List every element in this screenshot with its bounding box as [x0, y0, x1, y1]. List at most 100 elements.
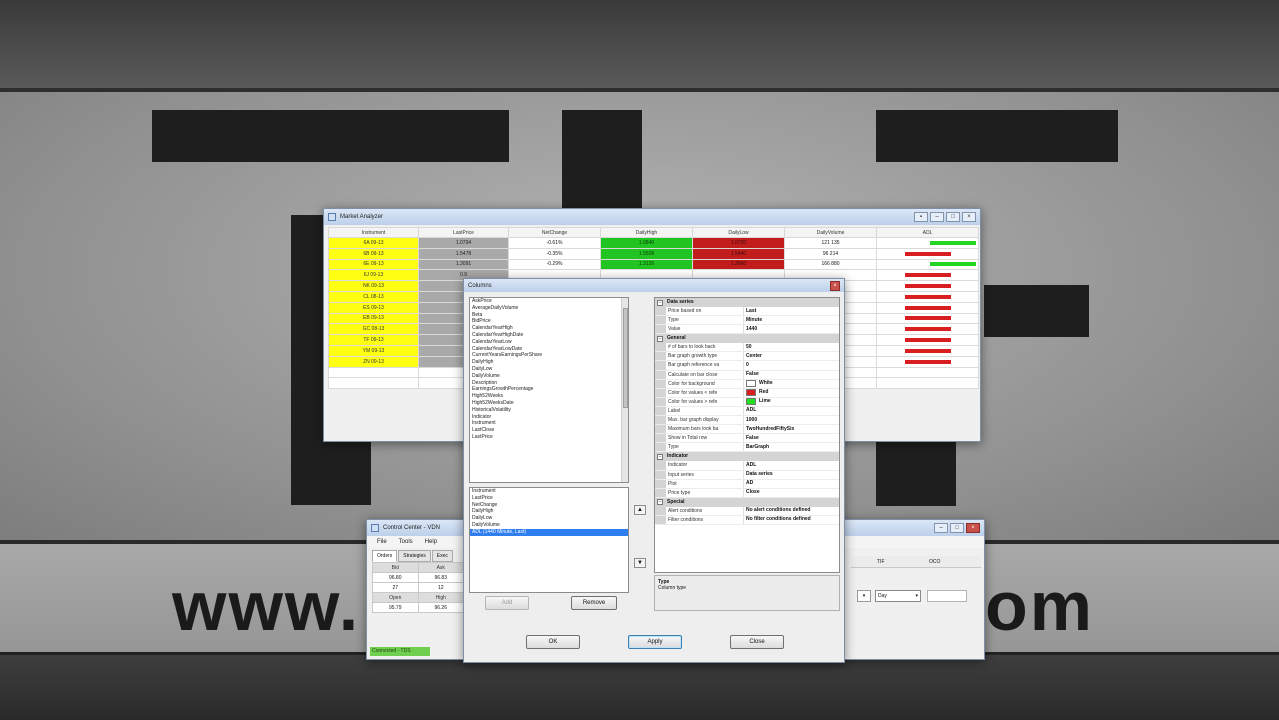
- list-item[interactable]: CalendarYearHigh: [470, 325, 628, 332]
- list-item[interactable]: DailyLow: [470, 515, 628, 522]
- table-row[interactable]: 6A 09-13 1.0794 -0.61% 1.0840 1.0720 121 135: [328, 237, 979, 249]
- property-row[interactable]: Bar graph reference va 0: [655, 361, 839, 371]
- list-item[interactable]: DailyHigh: [470, 359, 628, 366]
- property-row[interactable]: Filter conditions No filter conditions de…: [655, 515, 839, 525]
- list-item[interactable]: NetChange: [470, 502, 628, 509]
- list-item[interactable]: CalendarYearLowDate: [470, 346, 628, 353]
- property-value-cell[interactable]: White: [744, 380, 839, 388]
- property-row[interactable]: Price based on Last: [655, 307, 839, 317]
- column-properties-grid[interactable]: − Data series Price based on Last Type Minute…: [654, 297, 840, 573]
- apply-button[interactable]: Apply: [628, 635, 682, 649]
- market-analyzer-titlebar[interactable]: Market Analyzer ▪ – □ ×: [324, 209, 980, 225]
- property-value-cell[interactable]: ADL: [744, 461, 839, 469]
- property-row[interactable]: Calculate on bar close False: [655, 370, 839, 380]
- property-row[interactable]: Indicator ADL: [655, 461, 839, 471]
- property-value-cell[interactable]: No filter conditions defined: [744, 516, 839, 524]
- add-button[interactable]: Add: [485, 596, 529, 610]
- property-row[interactable]: Label ADL: [655, 406, 839, 417]
- property-value-cell[interactable]: AD: [744, 480, 839, 488]
- property-row[interactable]: Input series Data series: [655, 470, 839, 480]
- tab-orders[interactable]: Orders: [372, 550, 398, 562]
- minimize-button[interactable]: –: [930, 212, 944, 222]
- property-row[interactable]: # of bars to look back 50: [655, 343, 839, 353]
- list-item[interactable]: Beta: [470, 312, 628, 319]
- property-value-cell[interactable]: Last: [744, 307, 839, 315]
- close-icon[interactable]: ×: [830, 280, 840, 291]
- close-button[interactable]: Close: [730, 635, 784, 649]
- property-row[interactable]: Show in Total row False: [655, 434, 839, 444]
- property-row[interactable]: Type BarGraph: [655, 443, 839, 453]
- list-item[interactable]: HistoricalVolatility: [470, 407, 628, 414]
- list-item[interactable]: CalendarYearLow: [470, 339, 628, 346]
- column-header[interactable]: DailyVolume: [784, 227, 877, 238]
- property-value-cell[interactable]: 1440: [744, 325, 839, 333]
- move-up-button[interactable]: ▲: [634, 505, 646, 515]
- remove-button[interactable]: Remove: [571, 596, 617, 610]
- scrollbar-thumb[interactable]: [623, 308, 628, 408]
- property-value-cell[interactable]: 0: [744, 361, 839, 369]
- columns-dialog-titlebar[interactable]: Columns ×: [464, 279, 844, 292]
- property-row[interactable]: Price type Close: [655, 488, 839, 498]
- list-item[interactable]: ADL (1440 Minute, Last): [470, 528, 628, 536]
- bid-value[interactable]: 96.80: [372, 572, 419, 583]
- list-item[interactable]: CalendarYearHighDate: [470, 332, 628, 339]
- property-row[interactable]: Color for values > refe Lime: [655, 397, 839, 407]
- property-category[interactable]: − Data series: [655, 298, 839, 307]
- list-item[interactable]: EarningsGrowthPercentage: [470, 386, 628, 393]
- collapse-icon[interactable]: −: [657, 453, 663, 460]
- column-header[interactable]: LastPrice: [418, 227, 509, 238]
- property-row[interactable]: Type Minute: [655, 316, 839, 326]
- minimize-button[interactable]: –: [934, 523, 948, 533]
- table-row[interactable]: 6B 09-13 1.5478 -0.35% 1.5508 1.5440 96 214: [328, 247, 979, 260]
- tif-select[interactable]: Day ▾: [875, 590, 921, 602]
- property-value-cell[interactable]: Data series: [744, 471, 839, 479]
- pin-icon[interactable]: ▪: [914, 212, 928, 222]
- property-row[interactable]: Maximum bars look ba TwoHundredFiftySix: [655, 425, 839, 435]
- property-value-cell[interactable]: Close: [744, 489, 839, 497]
- property-row[interactable]: Color for background White: [655, 379, 839, 389]
- column-header[interactable]: NetChange: [508, 227, 601, 238]
- collapse-icon[interactable]: −: [657, 499, 663, 506]
- list-item[interactable]: CurrentYearsEarningsPerShare: [470, 352, 628, 359]
- property-category[interactable]: − Indicator: [655, 452, 839, 462]
- column-header[interactable]: Instrument: [328, 227, 419, 238]
- property-row[interactable]: Alert conditions No alert conditions defi…: [655, 506, 839, 516]
- list-item[interactable]: DailyLow: [470, 366, 628, 373]
- selected-columns-list[interactable]: Instrument LastPrice NetChange DailyHigh Dai…: [469, 487, 629, 593]
- menu-tools[interactable]: Tools: [399, 539, 413, 545]
- list-item[interactable]: LastPrice: [470, 495, 628, 502]
- ok-button[interactable]: OK: [526, 635, 580, 649]
- list-item[interactable]: AverageDailyVolume: [470, 305, 628, 312]
- close-button[interactable]: ×: [966, 523, 980, 533]
- column-header[interactable]: DailyHigh: [600, 227, 693, 238]
- table-row[interactable]: 6E 09-13 1.3091 -0.29% 1.3126 1.3060 166 880: [328, 258, 979, 271]
- property-value-cell[interactable]: BarGraph: [744, 443, 839, 451]
- property-value-cell[interactable]: No alert conditions defined: [744, 507, 839, 515]
- available-list-scrollbar[interactable]: [621, 298, 628, 482]
- move-down-button[interactable]: ▼: [634, 558, 646, 568]
- property-value-cell[interactable]: TwoHundredFiftySix: [744, 425, 839, 433]
- property-value-cell[interactable]: Red: [744, 389, 839, 397]
- list-item[interactable]: DailyVolume: [470, 522, 628, 529]
- property-row[interactable]: Color for values < refe Red: [655, 388, 839, 398]
- property-value-cell[interactable]: Center: [744, 352, 839, 360]
- list-item[interactable]: BidPrice: [470, 318, 628, 325]
- list-item[interactable]: DailyHigh: [470, 508, 628, 515]
- menu-file[interactable]: File: [377, 539, 387, 545]
- list-item[interactable]: High52Weeks: [470, 393, 628, 400]
- available-columns-list[interactable]: AskPrice AverageDailyVolume Beta BidPrice Ca…: [469, 297, 629, 483]
- property-row[interactable]: Bar graph growth type Center: [655, 352, 839, 362]
- list-item[interactable]: Indicator: [470, 414, 628, 421]
- list-item[interactable]: AskPrice: [470, 298, 628, 305]
- ask-value[interactable]: 96.83: [417, 572, 464, 583]
- property-row[interactable]: Max. bar graph display 1000: [655, 416, 839, 426]
- tab-executions[interactable]: Exec: [431, 550, 453, 562]
- property-value-cell[interactable]: ADL: [744, 407, 839, 415]
- list-item[interactable]: High52WeeksDate: [470, 400, 628, 407]
- oco-input[interactable]: [927, 590, 967, 602]
- property-row[interactable]: Value 1440: [655, 325, 839, 335]
- property-row[interactable]: Plot AD: [655, 479, 839, 489]
- property-value-cell[interactable]: Minute: [744, 316, 839, 324]
- property-category[interactable]: − General: [655, 334, 839, 344]
- maximize-button[interactable]: □: [946, 212, 960, 222]
